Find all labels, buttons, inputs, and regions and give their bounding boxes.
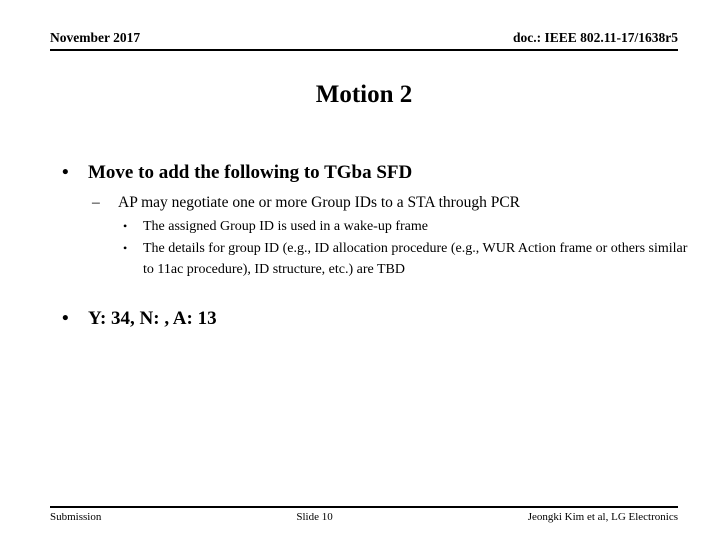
vote-tally-text: Y: 34, N: , A: 13: [88, 308, 217, 329]
slide: November 2017 doc.: IEEE 802.11-17/1638r…: [0, 0, 720, 540]
footer-submission-label: Submission: [50, 511, 102, 523]
bullet-dot-icon: •: [62, 162, 69, 183]
footer-row: Submission Slide 10 Jeongki Kim et al, L…: [50, 510, 678, 524]
page-title: Motion 2: [315, 81, 413, 108]
header-divider: [50, 49, 678, 51]
header-date: November 2017: [50, 30, 141, 45]
bullet-level3-text: The assigned Group ID is used in a wake-…: [143, 219, 428, 234]
bullet-level1-text: Move to add the following to TGba SFD: [88, 162, 413, 183]
bullet-level2-text: AP may negotiate one or more Group IDs t…: [118, 194, 521, 211]
slide-footer: Submission Slide 10 Jeongki Kim et al, L…: [50, 510, 678, 524]
footer-author: Jeongki Kim et al, LG Electronics: [527, 511, 678, 523]
bullet-small-dot-icon: •: [123, 219, 128, 233]
header-row: November 2017 doc.: IEEE 802.11-17/1638r…: [50, 30, 678, 46]
bullet-small-dot-icon: •: [123, 241, 128, 255]
bullet-level1-vote-tally: • Y: 34, N: , A: 13: [50, 306, 690, 332]
footer-divider: [50, 506, 678, 508]
bullet-level1-move: • Move to add the following to TGba SFD: [50, 160, 690, 186]
bullet-level3-group-id-details: • The details for group ID (e.g., ID all…: [50, 238, 690, 280]
slide-body: • Move to add the following to TGba SFD …: [50, 160, 690, 332]
bullet-dash-icon: –: [92, 194, 100, 211]
header-doc-number: doc.: IEEE 802.11-17/1638r5: [512, 30, 678, 45]
bullet-dot-icon: •: [62, 308, 69, 329]
bullet-level3-text: The details for group ID (e.g., ID alloc…: [143, 241, 688, 277]
bullet-level3-assigned-group-id: • The assigned Group ID is used in a wak…: [50, 216, 690, 237]
bullet-level2-negotiate: – AP may negotiate one or more Group IDs…: [50, 192, 690, 214]
footer-slide-number: Slide 10: [296, 511, 333, 523]
